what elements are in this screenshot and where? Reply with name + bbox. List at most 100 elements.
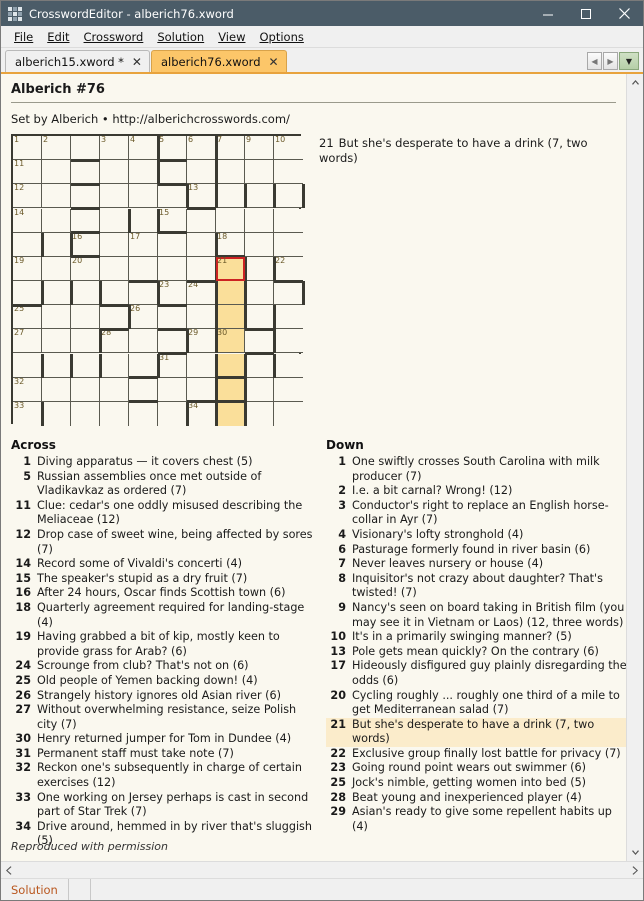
grid-cell[interactable]: 9	[245, 135, 274, 161]
grid-cell[interactable]: 22	[274, 256, 303, 281]
grid-cell[interactable]	[245, 256, 274, 281]
grid-cell[interactable]	[129, 160, 158, 185]
clue-item[interactable]: 15 The speaker's stupid as a dry fruit (7…	[11, 572, 316, 587]
grid-cell[interactable]: 2	[42, 135, 71, 161]
grid-cell[interactable]	[71, 401, 100, 426]
grid-cell[interactable]: 1	[13, 135, 42, 161]
grid-cell[interactable]	[42, 353, 71, 378]
grid-cell[interactable]	[216, 377, 245, 402]
menu-file[interactable]: File	[7, 28, 40, 46]
grid-cell[interactable]: 30	[216, 328, 245, 354]
grid-cell[interactable]	[274, 232, 303, 257]
clue-item[interactable]: 19 Having grabbed a bit of kip, mostly ke…	[11, 630, 316, 659]
grid-cell[interactable]	[100, 232, 129, 257]
grid-cell[interactable]	[100, 401, 129, 426]
grid-cell[interactable]: 23	[158, 280, 187, 306]
grid-cell[interactable]	[274, 401, 303, 426]
tab-next-icon[interactable]: ▶	[603, 52, 618, 70]
vertical-scroll-track[interactable]	[627, 91, 644, 844]
clue-item[interactable]: 2 I.e. a bit carnal? Wrong! (12)	[326, 484, 626, 499]
grid-cell[interactable]	[274, 281, 303, 306]
clue-item[interactable]: 10 It's in a primarily swinging manner? (…	[326, 630, 626, 645]
grid-cell[interactable]	[158, 160, 187, 185]
maximize-button[interactable]	[567, 1, 605, 26]
grid-cell[interactable]: 16	[71, 232, 100, 257]
clue-item[interactable]: 6 Pasturage formerly found in river basin…	[326, 543, 626, 558]
clue-item[interactable]: 29 Asian's ready to give some repellent h…	[326, 805, 626, 834]
grid-cell[interactable]	[187, 256, 216, 281]
grid-cell[interactable]	[13, 281, 42, 306]
grid-cell[interactable]: 32	[13, 377, 42, 402]
grid-cell[interactable]	[13, 353, 42, 378]
clue-item[interactable]: 7 Never leaves nursery or house (4)	[326, 557, 626, 572]
grid-cell[interactable]	[245, 208, 274, 233]
grid-cell[interactable]	[245, 401, 274, 426]
grid-cell[interactable]	[129, 184, 158, 209]
tab-alberich15[interactable]: alberich15.xword * ✕	[5, 50, 150, 72]
clue-item[interactable]: 16 After 24 hours, Oscar finds Scottish t…	[11, 586, 316, 601]
grid-cell[interactable]	[100, 377, 129, 402]
tab-prev-icon[interactable]: ◀	[587, 52, 602, 70]
grid-cell[interactable]	[42, 329, 71, 354]
grid-cell[interactable]	[216, 353, 245, 378]
grid-cell[interactable]	[42, 281, 71, 306]
grid-cell[interactable]: 21	[216, 256, 245, 281]
clue-item[interactable]: 31 Permanent staff must take note (7)	[11, 747, 316, 762]
clue-item[interactable]: 28 Beat young and inexperienced player (4…	[326, 791, 626, 806]
grid-cell[interactable]	[216, 305, 245, 330]
grid-cell[interactable]: 33	[13, 401, 42, 426]
grid-cell[interactable]	[245, 281, 274, 306]
grid-cell[interactable]	[129, 401, 158, 426]
clue-item[interactable]: 25 Old people of Yemen backing down! (4)	[11, 674, 316, 689]
grid-cell[interactable]	[100, 281, 129, 306]
grid-cell[interactable]	[187, 377, 216, 402]
tab-alberich76[interactable]: alberich76.xword ✕	[150, 50, 287, 72]
clue-item[interactable]: 30 Henry returned jumper for Tom in Dunde…	[11, 732, 316, 747]
grid-cell[interactable]	[187, 232, 216, 257]
scroll-right-icon[interactable]	[626, 862, 643, 879]
grid-cell[interactable]	[129, 208, 158, 233]
clue-item[interactable]: 32 Reckon one's subsequently in charge of…	[11, 761, 316, 790]
grid-cell[interactable]: 18	[216, 232, 245, 257]
grid-cell[interactable]	[274, 208, 303, 233]
grid-cell[interactable]	[42, 208, 71, 233]
grid-cell[interactable]: 19	[13, 256, 42, 281]
menu-view[interactable]: View	[211, 28, 252, 46]
clue-item[interactable]: 1 One swiftly crosses South Carolina with…	[326, 455, 626, 484]
grid-cell[interactable]	[245, 160, 274, 185]
tab-dropdown-icon[interactable]: ▼	[619, 52, 639, 70]
grid-cell[interactable]: 24	[187, 280, 216, 306]
grid-cell[interactable]	[216, 160, 245, 185]
grid-cell[interactable]	[245, 305, 274, 330]
grid-cell[interactable]	[100, 353, 129, 378]
grid-cell[interactable]	[216, 184, 245, 209]
grid-cell[interactable]: 5	[158, 135, 187, 161]
grid-cell[interactable]	[274, 329, 303, 354]
grid-cell[interactable]	[71, 305, 100, 330]
grid-cell[interactable]: 31	[158, 353, 187, 378]
clue-item[interactable]: 9 Nancy's seen on board taking in British…	[326, 601, 626, 630]
grid-cell[interactable]	[100, 184, 129, 209]
clue-item[interactable]: 22 Exclusive group finally lost battle fo…	[326, 747, 626, 762]
grid-cell[interactable]: 6	[187, 135, 216, 161]
clue-item[interactable]: 1 Diving apparatus — it covers chest (5)	[11, 455, 316, 470]
grid-cell[interactable]	[129, 256, 158, 281]
grid-cell[interactable]	[274, 353, 303, 378]
grid-cell[interactable]: 4	[129, 135, 158, 161]
grid-cell[interactable]: 15	[158, 208, 187, 233]
clue-item[interactable]: 8 Inquisitor's not crazy about daughter? …	[326, 572, 626, 601]
grid-cell[interactable]	[158, 305, 187, 330]
grid-cell[interactable]	[71, 136, 100, 161]
tab-close-icon[interactable]: ✕	[269, 56, 279, 68]
clue-item[interactable]: 14 Record some of Vivaldi's concerti (4)	[11, 557, 316, 572]
menu-crossword[interactable]: Crossword	[77, 28, 151, 46]
grid-cell[interactable]	[274, 377, 303, 402]
minimize-button[interactable]	[529, 1, 567, 26]
grid-cell[interactable]	[71, 208, 100, 233]
grid-cell[interactable]	[216, 281, 245, 306]
grid-cell[interactable]	[129, 281, 158, 306]
grid-cell[interactable]	[245, 377, 274, 402]
grid-cell[interactable]: 34	[187, 401, 216, 426]
grid-cell[interactable]	[187, 160, 216, 185]
crossword-grid[interactable]: 1 2 3 4 5 6 7 9 10 11 12 13 14 15 16 17 18 19 20 21 22 23 24 25…	[11, 134, 305, 426]
